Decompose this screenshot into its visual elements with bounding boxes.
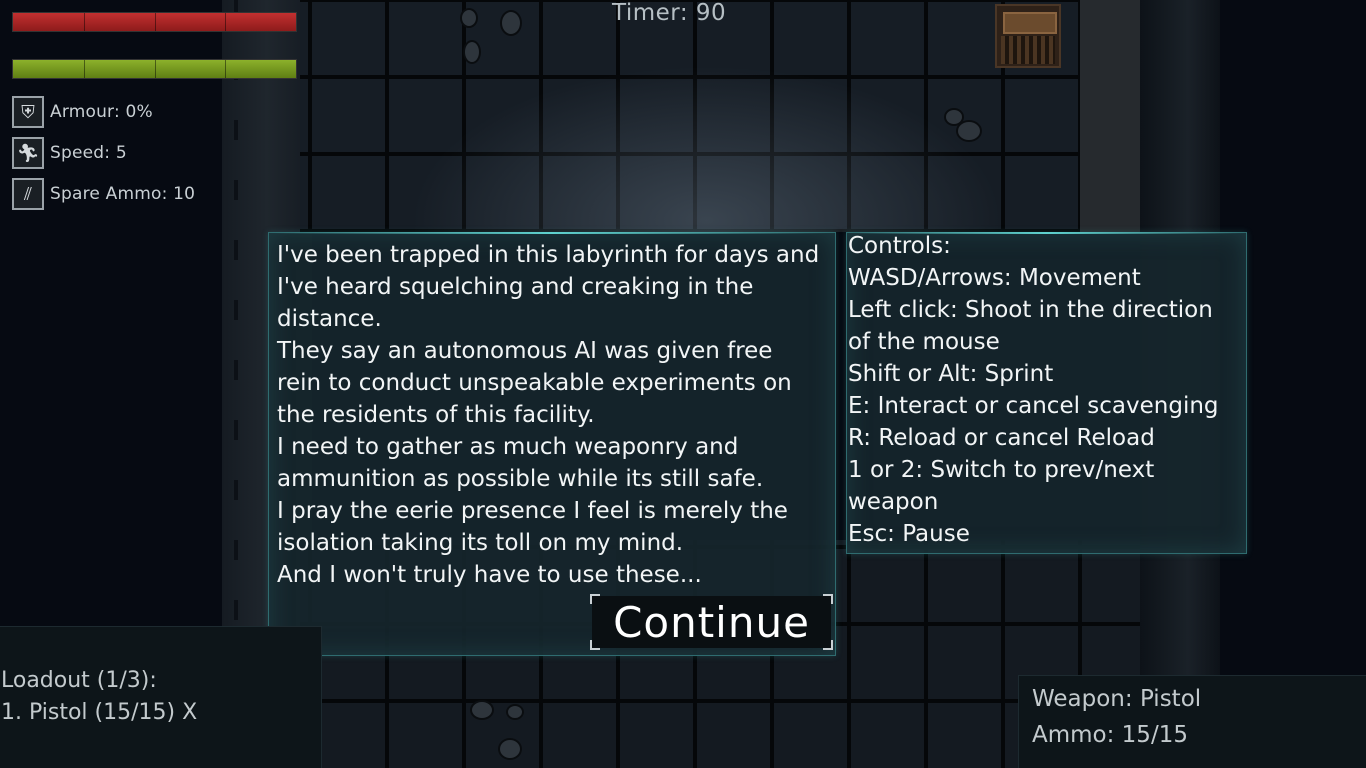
health-bar	[12, 12, 297, 32]
loadout-panel: Loadout (1/3): 1. Pistol (15/15) X	[0, 626, 322, 768]
floor-debris	[498, 738, 522, 760]
bar-divider	[84, 60, 85, 78]
spare-ammo-stat: ⫽ Spare Ammo: 10	[12, 177, 195, 211]
controls-line: weapon	[848, 489, 939, 515]
story-dialog: I've been trapped in this labyrinth for …	[268, 232, 836, 656]
floor-debris	[500, 10, 522, 36]
story-line: I need to gather as much weaponry and	[277, 434, 739, 460]
story-line: rein to conduct unspeakable experiments …	[277, 370, 792, 396]
story-line: I've been trapped in this labyrinth for …	[277, 242, 820, 268]
floor-debris	[506, 704, 524, 720]
weapon-ammo: Ammo: 15/15	[1032, 722, 1188, 748]
armour-label: Armour: 0%	[50, 102, 153, 122]
button-corner	[590, 640, 600, 650]
speed-stat: 🏃︎ Speed: 5	[12, 136, 127, 170]
continue-label: Continue	[613, 597, 810, 647]
weapon-name: Weapon: Pistol	[1032, 686, 1202, 712]
running-man-icon: 🏃︎	[12, 137, 44, 169]
stamina-bar	[12, 59, 297, 79]
floor-debris	[460, 8, 478, 28]
armour-stat: ⛨ Armour: 0%	[12, 95, 153, 129]
story-line: I've heard squelching and creaking in th…	[277, 274, 754, 300]
speed-label: Speed: 5	[50, 143, 127, 163]
button-corner	[823, 640, 833, 650]
weapon-panel: Weapon: Pistol Ammo: 15/15	[1018, 675, 1366, 768]
story-line: distance.	[277, 306, 382, 332]
story-line: isolation taking its toll on my mind.	[277, 530, 684, 556]
supply-crate[interactable]	[995, 4, 1061, 68]
metal-floor-upper	[300, 0, 1082, 232]
story-line: And I won't truly have to use these...	[277, 562, 702, 588]
timer: Timer: 90	[612, 0, 727, 26]
controls-line: E: Interact or cancel scavenging	[848, 393, 1219, 419]
story-line: I pray the eerie presence I feel is mere…	[277, 498, 788, 524]
controls-line: WASD/Arrows: Movement	[848, 265, 1141, 291]
shield-icon: ⛨	[12, 96, 44, 128]
panel-glow	[269, 232, 835, 234]
ammo-icon: ⫽	[12, 178, 44, 210]
controls-line: R: Reload or cancel Reload	[848, 425, 1155, 451]
controls-line: Left click: Shoot in the direction	[848, 297, 1213, 323]
controls-panel: Controls: WASD/Arrows: Movement Left cli…	[846, 232, 1247, 554]
bar-divider	[84, 13, 85, 31]
bar-divider	[225, 60, 226, 78]
story-line: They say an autonomous AI was given free	[277, 338, 773, 364]
continue-button[interactable]: Continue	[590, 594, 833, 650]
bar-divider	[155, 13, 156, 31]
controls-title: Controls:	[848, 233, 951, 259]
bar-divider	[155, 60, 156, 78]
button-corner	[590, 594, 600, 604]
bar-divider	[225, 13, 226, 31]
loadout-item[interactable]: 1. Pistol (15/15) X	[1, 697, 197, 729]
controls-line: Shift or Alt: Sprint	[848, 361, 1054, 387]
floor-debris	[470, 700, 494, 720]
story-line: ammunition as possible while its still s…	[277, 466, 764, 492]
floor-debris	[956, 120, 982, 142]
controls-line: of the mouse	[848, 329, 1000, 355]
spare-ammo-label: Spare Ammo: 10	[50, 184, 196, 204]
loadout-title: Loadout (1/3):	[1, 668, 157, 693]
story-line: the residents of this facility.	[277, 402, 595, 428]
controls-line: Esc: Pause	[848, 521, 970, 547]
button-corner	[823, 594, 833, 604]
right-wall	[1080, 0, 1140, 232]
floor-debris	[463, 40, 481, 64]
controls-line: 1 or 2: Switch to prev/next	[848, 457, 1155, 483]
